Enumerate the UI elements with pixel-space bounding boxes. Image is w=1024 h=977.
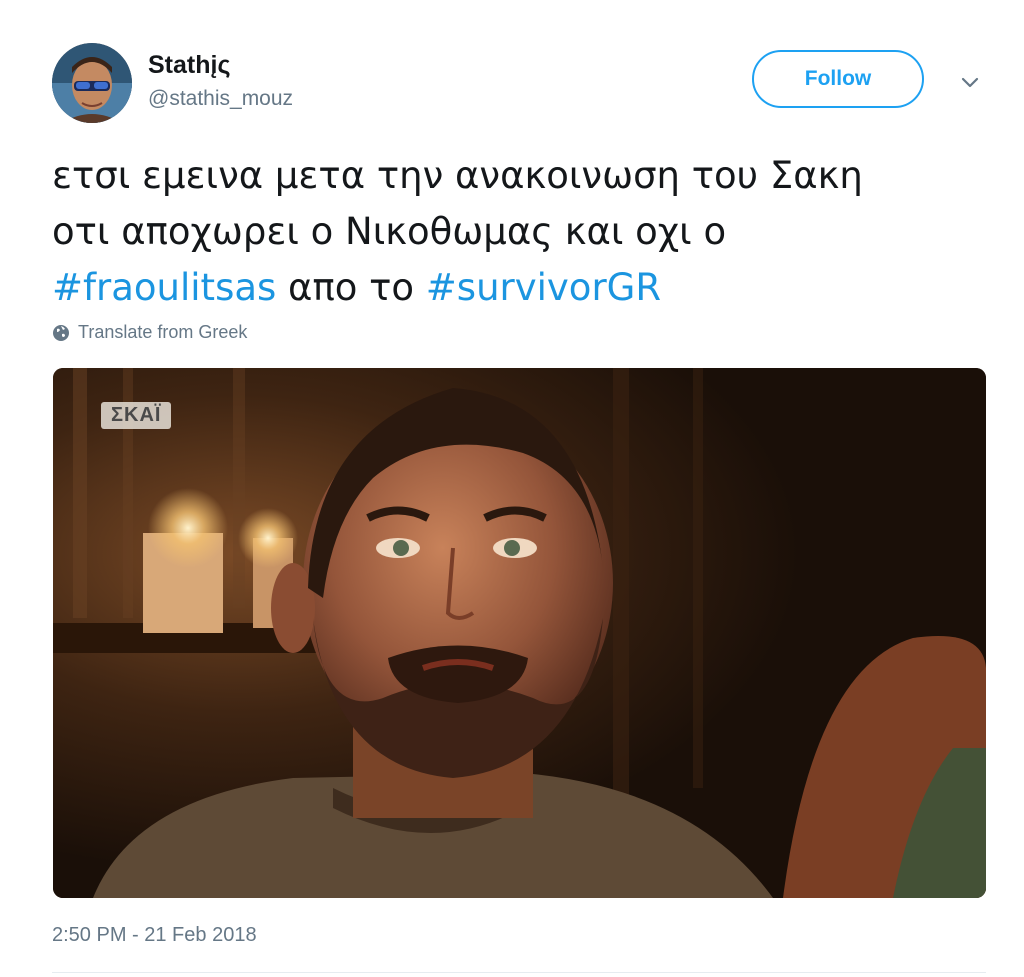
hashtag-link[interactable]: #fraoulitsas xyxy=(52,266,276,309)
display-name[interactable]: Stathįς xyxy=(148,50,293,80)
hashtag-link[interactable]: #survivorGR xyxy=(426,266,661,309)
tweet-text-fragment: απο το xyxy=(276,266,426,309)
media-image[interactable]: ΣΚΑΪ xyxy=(53,368,986,898)
timestamp[interactable]: 2:50 PM - 21 Feb 2018 xyxy=(52,924,257,947)
avatar[interactable] xyxy=(52,43,132,123)
channel-logo: ΣΚΑΪ xyxy=(101,402,172,429)
avatar-image xyxy=(52,43,132,123)
globe-icon xyxy=(53,324,69,341)
tweet-card: Stathįς @stathis_mouz Follow ετσι εμεινα… xyxy=(0,0,1024,977)
follow-button[interactable]: Follow xyxy=(752,50,924,108)
tweet-text-line: οτι αποχωρει ο Νικοθωμας και οχι ο xyxy=(52,210,727,253)
tweet-text-line: #fraoulitsas απο το #survivorGR xyxy=(52,260,972,316)
media-photo xyxy=(53,368,986,898)
tweet-text-line: ετσι εμεινα μετα την ανακοινωση του Σακη xyxy=(52,154,863,197)
user-handle[interactable]: @stathis_mouz xyxy=(148,86,293,112)
translate-label: Translate from Greek xyxy=(78,322,248,342)
translate-link[interactable]: Translate from Greek xyxy=(52,322,247,343)
chevron-down-icon[interactable] xyxy=(958,70,982,94)
tweet-text: ετσι εμεινα μετα την ανακοινωση του Σακη… xyxy=(52,148,972,316)
user-info[interactable]: Stathįς @stathis_mouz xyxy=(148,50,293,112)
divider xyxy=(52,972,986,973)
